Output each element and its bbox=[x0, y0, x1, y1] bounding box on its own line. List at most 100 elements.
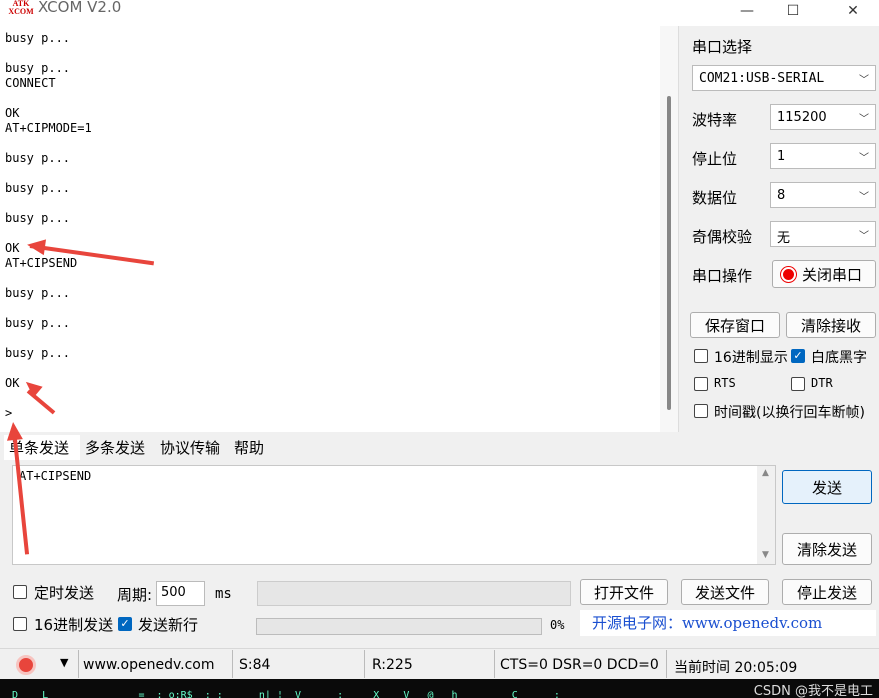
send-button[interactable]: 发送 bbox=[782, 470, 872, 504]
receive-line bbox=[5, 196, 655, 211]
rts-checkbox[interactable] bbox=[694, 377, 708, 391]
receive-line: busy p... bbox=[5, 286, 71, 300]
arrowhead-icon bbox=[5, 421, 23, 441]
baud-select[interactable]: 115200 ﹀ bbox=[770, 104, 876, 130]
dtr-checkbox[interactable] bbox=[791, 377, 805, 391]
period-unit: ms bbox=[215, 586, 232, 602]
receive-scrollbar-thumb[interactable] bbox=[667, 96, 671, 410]
receive-line: OK bbox=[5, 106, 20, 120]
tab-help[interactable]: 帮助 bbox=[229, 435, 285, 460]
hex-send-label: 16进制发送 bbox=[34, 616, 114, 634]
white-bg-label: 白底黑字 bbox=[811, 350, 867, 366]
receive-line bbox=[5, 361, 655, 376]
clear-receive-button[interactable]: 清除接收 bbox=[786, 312, 876, 338]
databits-value: 8 bbox=[777, 188, 786, 203]
status-time: 当前时间 20:05:09 bbox=[674, 660, 798, 676]
send-file-button[interactable]: 发送文件 bbox=[681, 579, 769, 605]
databits-label: 数据位 bbox=[692, 189, 738, 207]
stop-send-button[interactable]: 停止发送 bbox=[782, 579, 872, 605]
rts-label: RTS bbox=[714, 376, 736, 390]
port-value: COM21:USB-SERIAL bbox=[699, 71, 825, 86]
receive-line bbox=[5, 331, 655, 346]
period-label: 周期: bbox=[117, 586, 153, 604]
receive-line bbox=[5, 91, 655, 106]
record-icon bbox=[781, 267, 796, 282]
status-divider bbox=[364, 650, 365, 678]
settings-gear-icon[interactable] bbox=[16, 655, 36, 675]
newline-label: 发送新行 bbox=[138, 616, 199, 634]
send-text: AT+CIPSEND bbox=[19, 469, 92, 483]
hex-send-checkbox[interactable] bbox=[13, 617, 27, 631]
status-sent: S:84 bbox=[239, 657, 271, 673]
clear-send-button[interactable]: 清除发送 bbox=[782, 533, 872, 565]
receive-line bbox=[5, 136, 655, 151]
background-strip-text: D L = : o:R$ ; : n| ¦ V ; X V @ h C ; bbox=[12, 690, 560, 698]
baud-value: 115200 bbox=[777, 110, 827, 125]
background-strip: D L = : o:R$ ; : n| ¦ V ; X V @ h C ; CS… bbox=[0, 679, 879, 698]
arrowhead-icon bbox=[25, 236, 47, 256]
receive-line: busy p... bbox=[5, 31, 71, 45]
scroll-down-icon[interactable]: ▼ bbox=[762, 550, 769, 560]
chevron-down-icon: ﹀ bbox=[859, 192, 869, 203]
chevron-down-icon: ﹀ bbox=[859, 75, 869, 86]
close-port-label: 关闭串口 bbox=[801, 266, 862, 284]
status-bar: ▼ www.openedv.com S:84 R:225 CTS=0 DSR=0… bbox=[0, 648, 879, 678]
port-select[interactable]: COM21:USB-SERIAL ﹀ bbox=[692, 65, 876, 91]
parity-label: 奇偶校验 bbox=[692, 228, 753, 246]
close-button[interactable]: ✕ bbox=[830, 0, 876, 26]
send-scrollbar[interactable]: ▲ ▼ bbox=[757, 466, 775, 564]
receive-line: busy p... bbox=[5, 61, 71, 75]
databits-select[interactable]: 8 ﹀ bbox=[770, 182, 876, 208]
open-file-button[interactable]: 打开文件 bbox=[580, 579, 668, 605]
progress-text: 0% bbox=[550, 618, 565, 632]
status-url[interactable]: www.openedv.com bbox=[83, 657, 215, 679]
hex-display-label: 16进制显示 bbox=[714, 350, 788, 366]
scroll-up-icon[interactable]: ▲ bbox=[762, 468, 769, 478]
window-title: XCOM V2.0 bbox=[38, 0, 122, 16]
save-window-button[interactable]: 保存窗口 bbox=[690, 312, 780, 338]
receive-line: busy p... bbox=[5, 181, 71, 195]
newline-checkbox[interactable]: ✓ bbox=[118, 617, 132, 631]
receive-line bbox=[5, 301, 655, 316]
status-divider bbox=[666, 650, 667, 678]
white-bg-checkbox[interactable]: ✓ bbox=[791, 349, 805, 363]
stopbits-select[interactable]: 1 ﹀ bbox=[770, 143, 876, 169]
status-received: R:225 bbox=[372, 657, 413, 673]
tab-protocol[interactable]: 协议传输 bbox=[155, 435, 229, 460]
title-bar: ATK XCOM XCOM V2.0 — ☐ ✕ bbox=[0, 0, 879, 26]
brand-link[interactable]: 开源电子网：www.openedv.com bbox=[580, 610, 876, 636]
timed-send-checkbox[interactable] bbox=[13, 585, 27, 599]
receive-text: busy p... busy p... CONNECT OK AT+CIPMODE=… bbox=[5, 31, 655, 421]
close-port-button[interactable]: 关闭串口 bbox=[772, 260, 876, 288]
stopbits-value: 1 bbox=[777, 149, 786, 164]
dropdown-arrow-icon[interactable]: ▼ bbox=[60, 656, 68, 669]
receive-line: OK bbox=[5, 376, 20, 390]
parity-value: 无 bbox=[777, 231, 791, 246]
maximize-button[interactable]: ☐ bbox=[770, 0, 816, 26]
timestamp-checkbox[interactable] bbox=[694, 404, 708, 418]
receive-line bbox=[5, 271, 655, 286]
receive-area[interactable]: busy p... busy p... CONNECT OK AT+CIPMODE=… bbox=[0, 26, 679, 432]
receive-line: > bbox=[5, 406, 13, 420]
timed-send-label: 定时发送 bbox=[34, 584, 95, 602]
minimize-button[interactable]: — bbox=[724, 0, 770, 26]
status-divider bbox=[494, 650, 495, 678]
receive-line bbox=[5, 46, 655, 61]
receive-line: busy p... bbox=[5, 316, 71, 330]
hex-display-checkbox[interactable] bbox=[694, 349, 708, 363]
status-divider bbox=[232, 650, 233, 678]
receive-line: busy p... bbox=[5, 211, 71, 225]
baud-label: 波特率 bbox=[692, 111, 738, 129]
send-input[interactable]: AT+CIPSEND bbox=[12, 465, 776, 565]
timestamp-label: 时间戳(以换行回车断帧) bbox=[714, 405, 865, 421]
receive-line bbox=[5, 391, 655, 406]
period-input[interactable]: 500 bbox=[156, 581, 205, 606]
portop-label: 串口操作 bbox=[692, 267, 753, 285]
receive-line: AT+CIPMODE=1 bbox=[5, 121, 92, 135]
chevron-down-icon: ﹀ bbox=[859, 231, 869, 242]
tab-multi-send[interactable]: 多条发送 bbox=[80, 435, 155, 460]
parity-select[interactable]: 无 ﹀ bbox=[770, 221, 876, 247]
receive-line: busy p... bbox=[5, 346, 71, 360]
file-path-field[interactable] bbox=[257, 581, 571, 606]
receive-line: busy p... bbox=[5, 151, 71, 165]
